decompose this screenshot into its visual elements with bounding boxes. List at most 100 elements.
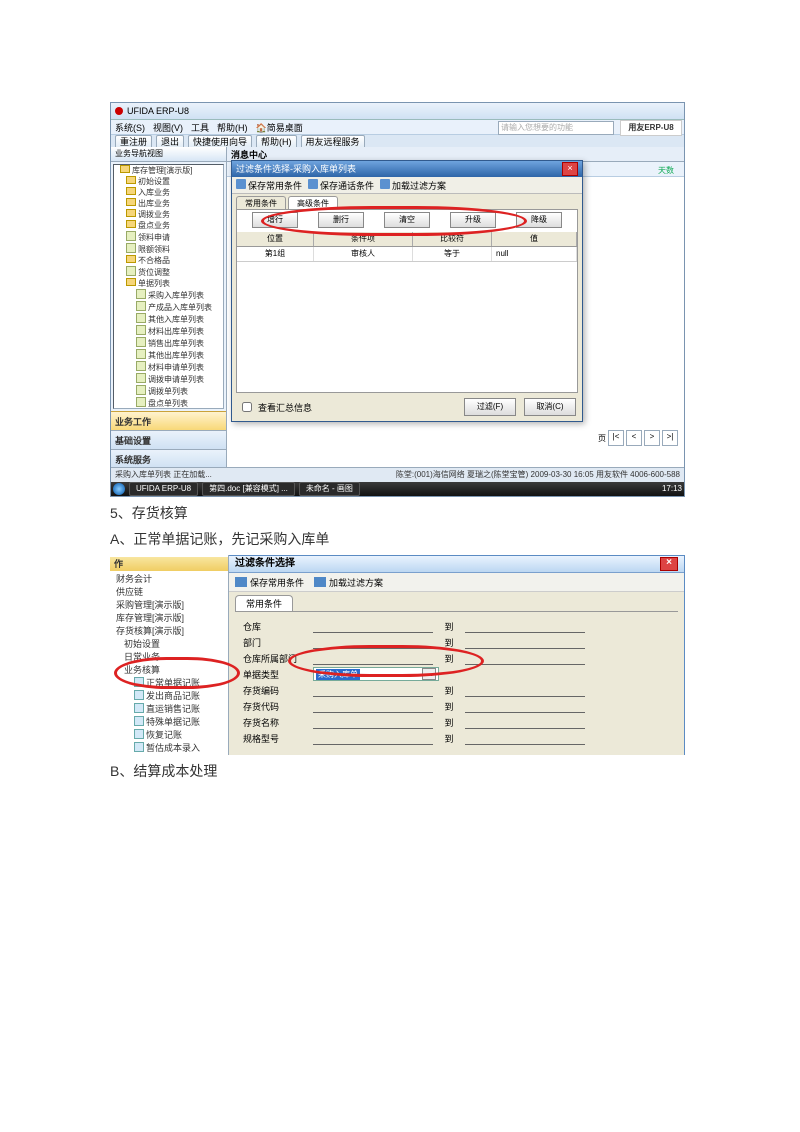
tree-item[interactable]: 业务核算 xyxy=(110,664,228,677)
grid-cell-cond[interactable]: 审核人 xyxy=(314,247,413,261)
btn-clear[interactable]: 清空 xyxy=(384,212,430,228)
fld-whdept-to[interactable] xyxy=(465,652,585,665)
tree-item[interactable]: 暂估成本录入 xyxy=(110,742,228,755)
tree-item[interactable]: 其他出库单列表 xyxy=(114,349,223,361)
dialog-title: 过滤条件选择-采购入库单列表 xyxy=(236,161,356,177)
tree-item[interactable]: 货位调整 xyxy=(114,266,223,278)
fld-invname-to[interactable] xyxy=(465,716,585,729)
to-label: 到 xyxy=(439,636,459,649)
dlg2-save-common[interactable]: 保存常用条件 xyxy=(235,576,304,589)
tree-item[interactable]: 库存管理[演示版] xyxy=(110,612,228,625)
pager-prev[interactable]: < xyxy=(626,430,642,446)
btn-down[interactable]: 降级 xyxy=(516,212,562,228)
dialog2-tabs: 常用条件 xyxy=(229,592,684,611)
window-titlebar: UFIDA ERP-U8 xyxy=(111,103,684,120)
grid-row-1[interactable]: 第1组 审核人 等于 null xyxy=(237,247,577,262)
menu-tools[interactable]: 工具 xyxy=(191,121,209,134)
grid-head-pos: 位置 xyxy=(237,232,314,246)
dialog2-toolbar: 保存常用条件 加载过滤方案 xyxy=(229,573,684,592)
tree-item[interactable]: 财务会计 xyxy=(110,573,228,586)
menu-view[interactable]: 视图(V) xyxy=(153,121,183,134)
fld-dept-to[interactable] xyxy=(465,636,585,649)
dlg2-load-scheme[interactable]: 加载过滤方案 xyxy=(314,576,383,589)
fld-warehouse-to[interactable] xyxy=(465,620,585,633)
menu-system[interactable]: 系统(S) xyxy=(115,121,145,134)
tree-root[interactable]: 库存管理[演示版] xyxy=(114,165,223,176)
pager-first[interactable]: |< xyxy=(608,430,624,446)
tree-item[interactable]: 直运销售记账 xyxy=(110,703,228,716)
tree-folder[interactable]: 盘点业务 xyxy=(114,220,223,231)
dlg-tb-save-common[interactable]: 保存常用条件 xyxy=(236,179,302,192)
tree-item[interactable]: 采购管理[演示版] xyxy=(110,599,228,612)
btn-up[interactable]: 升级 xyxy=(450,212,496,228)
tree-folder[interactable]: 调拨业务 xyxy=(114,209,223,220)
taskbar-item[interactable]: 第四.doc [兼容模式] ... xyxy=(202,482,295,496)
tree-item[interactable]: 采购入库单列表 xyxy=(114,289,223,301)
pager-last[interactable]: >| xyxy=(662,430,678,446)
tree-item[interactable]: 存货核算[演示版] xyxy=(110,625,228,638)
taskbar-item[interactable]: 未命名 - 画图 xyxy=(299,482,360,496)
tree-item[interactable]: 领料申请 xyxy=(114,231,223,243)
tree-item[interactable]: 供应链 xyxy=(110,586,228,599)
fld-warehouse-from[interactable] xyxy=(313,620,433,633)
tree-item[interactable]: 材料出库单列表 xyxy=(114,325,223,337)
fld-invcode-to[interactable] xyxy=(465,684,585,697)
start-orb-icon[interactable] xyxy=(113,483,125,495)
grid-cell-pos[interactable]: 第1组 xyxy=(237,247,314,261)
lookup-icon[interactable]: ... xyxy=(422,668,436,680)
fld-invsn-to[interactable] xyxy=(465,700,585,713)
tree-item[interactable]: 调拨单列表 xyxy=(114,385,223,397)
tree-item-normal-posting[interactable]: 正常单据记账 xyxy=(110,677,228,690)
grid-cell-op[interactable]: 等于 xyxy=(413,247,492,261)
tree-folder[interactable]: 不合格品 xyxy=(114,255,223,266)
tree-item[interactable]: 初始设置 xyxy=(110,638,228,651)
fld-whdept-from[interactable] xyxy=(313,652,433,665)
nav-tab[interactable]: 业务导航视图 xyxy=(111,147,226,162)
sidebar-btn-business[interactable]: 业务工作 xyxy=(111,411,226,430)
tree-folder[interactable]: 入库业务 xyxy=(114,187,223,198)
close-icon[interactable]: × xyxy=(562,162,578,176)
tree-item[interactable]: 特殊单据记账 xyxy=(110,716,228,729)
tree-item[interactable]: 调拨申请单列表 xyxy=(114,373,223,385)
tree-item[interactable]: 材料申请单列表 xyxy=(114,361,223,373)
tree-item[interactable]: 发出商品记账 xyxy=(110,690,228,703)
fld-invcode-from[interactable] xyxy=(313,684,433,697)
btn-filter[interactable]: 过滤(F) xyxy=(464,398,516,416)
fld-spec-to[interactable] xyxy=(465,732,585,745)
sidebar-btn-base[interactable]: 基础设置 xyxy=(111,430,226,449)
fld-dept-from[interactable] xyxy=(313,636,433,649)
tree-item[interactable]: 恢复记账 xyxy=(110,729,228,742)
tree-item[interactable]: 销售出库单列表 xyxy=(114,337,223,349)
function-search-input[interactable]: 请输入您想要的功能 xyxy=(498,121,614,135)
tree-item[interactable]: 产成品入库单列表 xyxy=(114,301,223,313)
menu-home[interactable]: 🏠简易桌面 xyxy=(256,121,303,134)
tree-item[interactable]: 日常业务 xyxy=(110,651,228,664)
tree-item[interactable]: 其他入库单列表 xyxy=(114,313,223,325)
grid-cell-val[interactable]: null xyxy=(492,247,577,261)
dlg-tb-save-call[interactable]: 保存通话条件 xyxy=(308,179,374,192)
tray-clock: 17:13 xyxy=(662,482,682,496)
tree-folder[interactable]: 单据列表 xyxy=(114,278,223,289)
dlg2-tab-common[interactable]: 常用条件 xyxy=(235,595,293,611)
tree-folder[interactable]: 初始设置 xyxy=(114,176,223,187)
taskbar-item[interactable]: UFIDA ERP-U8 xyxy=(129,482,198,496)
btn-cancel[interactable]: 取消(C) xyxy=(524,398,576,416)
fld-invsn-from[interactable] xyxy=(313,700,433,713)
fld-invname-from[interactable] xyxy=(313,716,433,729)
tree-item[interactable]: 盘点单列表 xyxy=(114,397,223,409)
close-icon[interactable]: × xyxy=(660,557,678,571)
pager-next[interactable]: > xyxy=(644,430,660,446)
fld-spec-from[interactable] xyxy=(313,732,433,745)
nav-tree[interactable]: 库存管理[演示版] 初始设置 入库业务 出库业务 调拨业务 盘点业务 领料申请 … xyxy=(113,164,224,409)
sidebar-btn-system[interactable]: 系统服务 xyxy=(111,449,226,468)
dlg-tb-load[interactable]: 加载过滤方案 xyxy=(380,179,446,192)
app-title: UFIDA ERP-U8 xyxy=(127,106,189,116)
checkbox-summary[interactable]: 查看汇总信息 xyxy=(238,399,312,415)
fld-doctype[interactable]: 采购入库单... xyxy=(313,667,439,681)
tree-folder[interactable]: 出库业务 xyxy=(114,198,223,209)
tree-item[interactable]: 限额领料 xyxy=(114,243,223,255)
menu-help[interactable]: 帮助(H) xyxy=(217,121,248,134)
btn-add-row[interactable]: 增行 xyxy=(252,212,298,228)
message-center-label: 消息中心 xyxy=(231,148,267,161)
btn-del-row[interactable]: 删行 xyxy=(318,212,364,228)
